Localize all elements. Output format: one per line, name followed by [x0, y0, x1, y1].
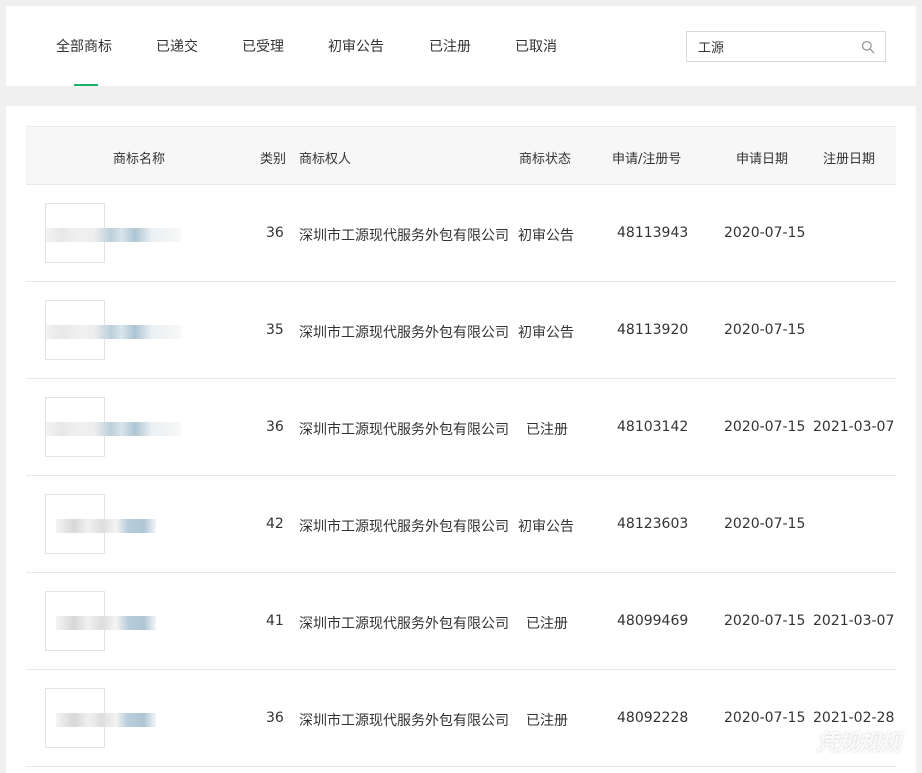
tab-preliminary-announcement[interactable]: 初审公告	[328, 36, 384, 56]
tab-accepted[interactable]: 已受理	[242, 36, 284, 56]
header-owner: 商标权人	[299, 152, 352, 167]
apply-date-cell: 2020-07-15	[724, 225, 806, 241]
trademark-name-obscured	[46, 422, 181, 436]
category-cell: 42	[266, 516, 284, 532]
table-row[interactable]: 36 深圳市工源现代服务外包有限公司 已注册 48092228 2020-07-…	[26, 670, 896, 767]
trademark-name-obscured	[56, 713, 156, 727]
apply-date-cell: 2020-07-15	[724, 613, 806, 629]
table-row[interactable]: 36 深圳市工源现代服务外包有限公司 初审公告 48113943 2020-07…	[26, 185, 896, 282]
tab-bar: 全部商标 已递交 已受理 初审公告 已注册 已取消	[6, 6, 916, 86]
apply-date-cell: 2020-07-15	[724, 419, 806, 435]
owner-cell: 深圳市工源现代服务外包有限公司	[299, 713, 509, 729]
category-cell: 36	[266, 710, 284, 726]
owner-cell: 深圳市工源现代服务外包有限公司	[299, 325, 509, 341]
table-row[interactable]: 41 深圳市工源现代服务外包有限公司 已注册 48099469 2020-07-…	[26, 573, 896, 670]
tab-submitted[interactable]: 已递交	[156, 36, 198, 56]
reg-date-cell: 2021-03-07	[813, 613, 895, 629]
header-name: 商标名称	[113, 152, 166, 167]
status-cell: 已注册	[526, 713, 568, 729]
number-cell: 48092228	[617, 710, 689, 726]
apply-date-cell: 2020-07-15	[724, 516, 806, 532]
watermark: 凭规规规	[815, 731, 901, 756]
header-reg-date: 注册日期	[823, 152, 876, 167]
search-box	[686, 31, 886, 62]
header-category: 类别	[260, 152, 287, 167]
owner-cell: 深圳市工源现代服务外包有限公司	[299, 616, 509, 632]
table-row[interactable]: 42 深圳市工源现代服务外包有限公司 初审公告 48123603 2020-07…	[26, 476, 896, 573]
number-cell: 48113920	[617, 322, 689, 338]
number-cell: 48123603	[617, 516, 689, 532]
reg-date-cell: 2021-03-07	[813, 419, 895, 435]
table-header: 商标名称 类别 商标权人 商标状态 申请/注册号 申请日期 注册日期	[26, 126, 896, 185]
search-input[interactable]	[687, 32, 852, 61]
search-icon[interactable]	[861, 40, 875, 54]
trademark-panel: 商标名称 类别 商标权人 商标状态 申请/注册号 申请日期 注册日期 36 深圳…	[6, 106, 916, 773]
status-cell: 初审公告	[518, 325, 574, 341]
category-cell: 41	[266, 613, 284, 629]
apply-date-cell: 2020-07-15	[724, 322, 806, 338]
trademark-name-obscured	[56, 519, 156, 533]
tab-cancelled[interactable]: 已取消	[515, 36, 557, 56]
table-row[interactable]: 35 深圳市工源现代服务外包有限公司 初审公告 48113920 2020-07…	[26, 282, 896, 379]
reg-date-cell: 2021-02-28	[813, 710, 895, 726]
table-row[interactable]: 36 深圳市工源现代服务外包有限公司 已注册 48103142 2020-07-…	[26, 379, 896, 476]
status-cell: 已注册	[526, 616, 568, 632]
header-apply-date: 申请日期	[736, 152, 789, 167]
status-cell: 初审公告	[518, 519, 574, 535]
status-cell: 初审公告	[518, 228, 574, 244]
trademark-name-obscured	[46, 228, 181, 242]
category-cell: 35	[266, 322, 284, 338]
number-cell: 48103142	[617, 419, 689, 435]
active-tab-indicator	[74, 84, 98, 86]
status-cell: 已注册	[526, 422, 568, 438]
trademark-name-obscured	[56, 616, 156, 630]
trademark-name-obscured	[46, 325, 181, 339]
category-cell: 36	[266, 225, 284, 241]
owner-cell: 深圳市工源现代服务外包有限公司	[299, 422, 509, 438]
header-number: 申请/注册号	[612, 152, 682, 167]
owner-cell: 深圳市工源现代服务外包有限公司	[299, 519, 509, 535]
tab-all-trademarks[interactable]: 全部商标	[56, 36, 112, 56]
number-cell: 48099469	[617, 613, 689, 629]
category-cell: 36	[266, 419, 284, 435]
number-cell: 48113943	[617, 225, 689, 241]
header-status: 商标状态	[519, 152, 572, 167]
apply-date-cell: 2020-07-15	[724, 710, 806, 726]
owner-cell: 深圳市工源现代服务外包有限公司	[299, 228, 509, 244]
tab-registered[interactable]: 已注册	[429, 36, 471, 56]
